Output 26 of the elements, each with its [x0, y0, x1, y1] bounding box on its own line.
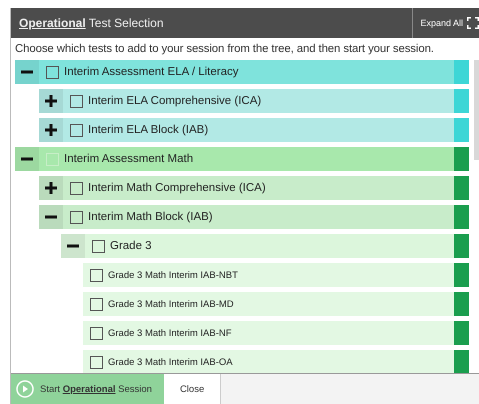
plus-icon — [44, 123, 58, 137]
window-title: Operational Test Selection — [18, 16, 164, 30]
color-strip — [454, 263, 469, 287]
start-session-button[interactable]: Start Operational Session — [11, 374, 164, 404]
color-strip — [454, 205, 469, 229]
collapse-button[interactable] — [15, 60, 39, 84]
color-strip — [454, 292, 469, 316]
color-strip — [454, 118, 469, 142]
checkbox[interactable] — [70, 94, 83, 108]
instructions-text: Choose which tests to add to your session from the tree, and then start your session. — [15, 43, 435, 55]
plus-icon — [44, 94, 58, 108]
color-strip — [454, 176, 469, 200]
color-strip — [454, 234, 469, 258]
expand-icon — [467, 17, 479, 29]
expand-button[interactable] — [39, 118, 63, 142]
color-strip — [454, 321, 469, 345]
color-strip — [454, 89, 469, 113]
checkbox[interactable] — [70, 124, 83, 136]
expand-all-button[interactable]: Expand All — [412, 8, 479, 38]
play-icon — [16, 380, 34, 398]
color-strip — [454, 350, 469, 373]
close-button[interactable]: Close — [164, 374, 222, 404]
scrollbar[interactable] — [474, 60, 479, 160]
plus-icon — [44, 181, 58, 195]
checkbox[interactable] — [46, 66, 59, 78]
expand-button[interactable] — [39, 89, 63, 113]
